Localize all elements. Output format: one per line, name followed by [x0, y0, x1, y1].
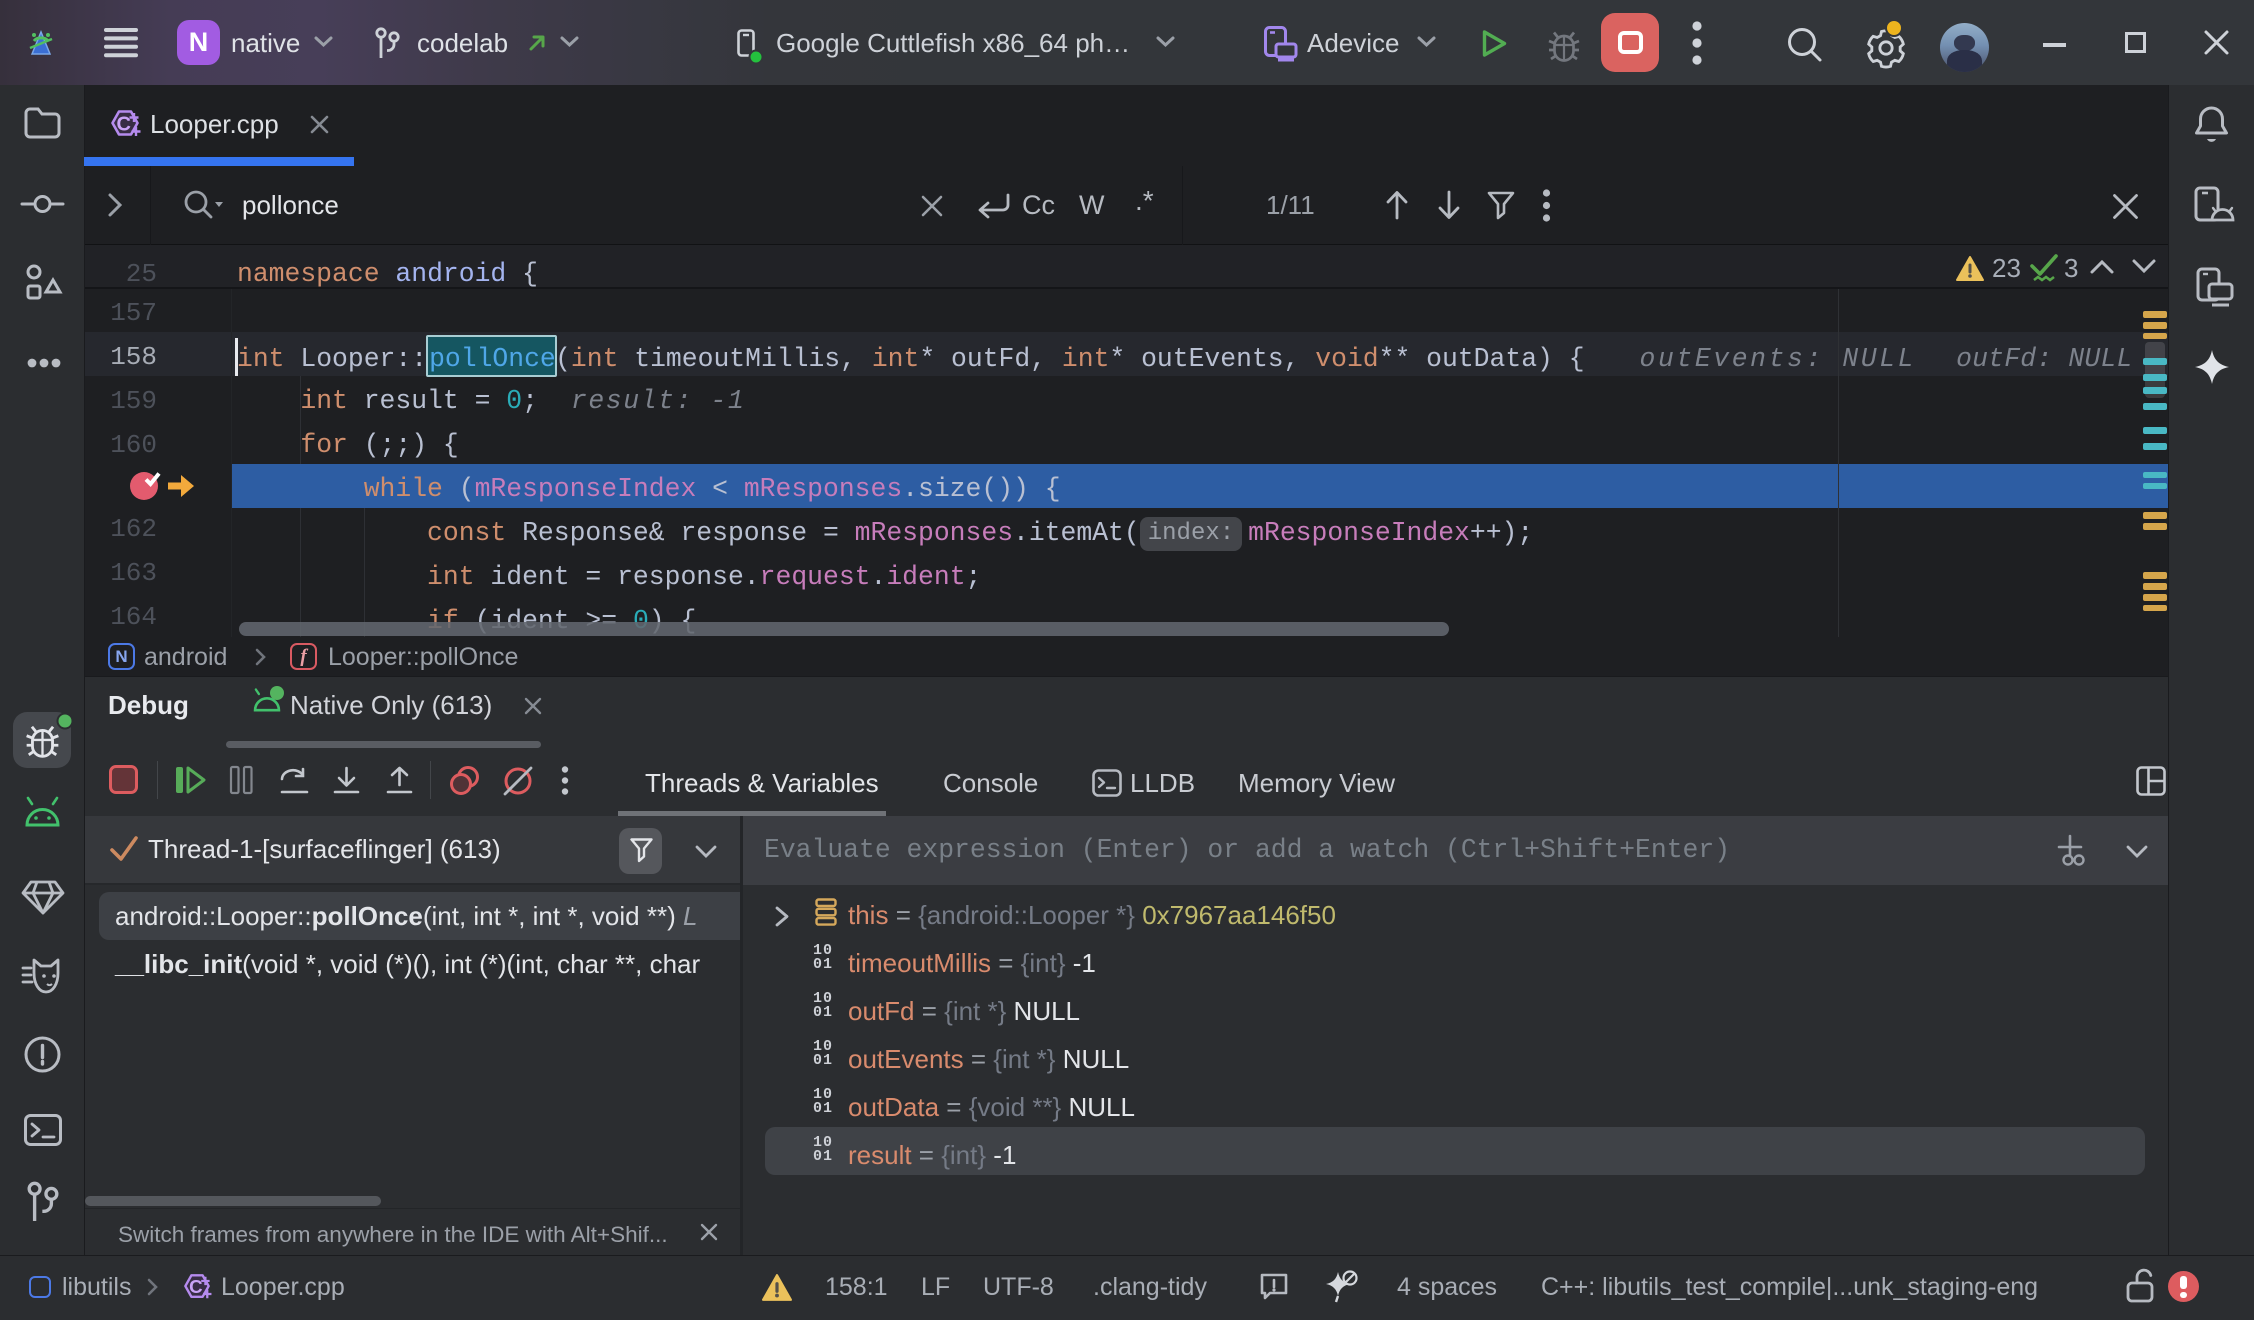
svg-text:C: C	[117, 114, 131, 136]
svg-text:C: C	[189, 1276, 202, 1297]
